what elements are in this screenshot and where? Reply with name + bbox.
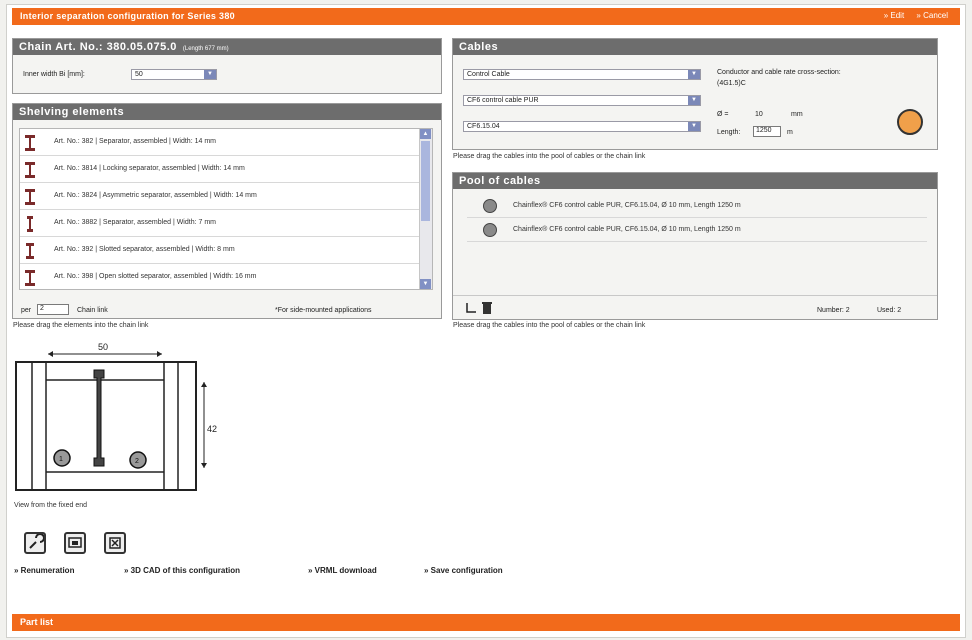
list-item[interactable]: Art. No.: 3814 | Locking separator, asse…	[20, 156, 432, 183]
conductor-label: Conductor and cable rate cross-section:	[717, 69, 841, 76]
renumeration-link[interactable]: Renumeration	[14, 566, 75, 575]
asymmetric-separator-icon	[25, 189, 35, 205]
cable-article-select[interactable]: CF6.15.04 ▼	[463, 121, 701, 132]
list-item[interactable]: Art. No.: 3824 | Asymmetric separator, a…	[20, 183, 432, 210]
separator-icon	[25, 135, 35, 151]
pool-item[interactable]: Chainflex® CF6 control cable PUR, CF6.15…	[467, 195, 927, 218]
open-slotted-separator-icon	[25, 270, 35, 286]
part-list-title: Part list	[20, 617, 54, 627]
inner-width-label: Inner width Bi [mm]:	[23, 71, 85, 78]
pool-title: Pool of cables	[459, 175, 541, 187]
shelving-panel-header: Shelving elements	[13, 104, 441, 120]
chevron-down-icon: ▼	[688, 96, 700, 105]
inner-width-value: 50	[135, 71, 143, 78]
pool-panel-header: Pool of cables	[453, 173, 937, 189]
list-item[interactable]: Art. No.: 392 | Slotted separator, assem…	[20, 237, 432, 264]
chain-panel: Chain Art. No.: 380.05.075.0 (Length 677 …	[12, 38, 442, 94]
pool-panel: Pool of cables Chainflex® CF6 control ca…	[452, 172, 938, 320]
header-links: » Edit » Cancel	[874, 11, 948, 20]
list-item[interactable]: Art. No.: 398 | Open slotted separator, …	[20, 264, 432, 289]
cables-panel-header: Cables	[453, 39, 937, 55]
cable-icon	[483, 223, 497, 237]
length-unit: m	[787, 129, 793, 136]
cables-panel: Cables Control Cable ▼ CF6 control cable…	[452, 38, 938, 150]
list-item-label: Art. No.: 3814 | Locking separator, asse…	[54, 165, 245, 172]
shelving-list: Art. No.: 382 | Separator, assembled | W…	[19, 128, 433, 290]
diameter-label: Ø =	[717, 111, 729, 118]
cancel-link[interactable]: » Cancel	[916, 11, 948, 20]
height-dimension: 42	[207, 424, 217, 434]
save-configuration-link[interactable]: Save configuration	[424, 566, 503, 575]
separator-icon	[27, 216, 33, 232]
edit-link[interactable]: » Edit	[884, 11, 904, 20]
chain-subtitle: (Length 677 mm)	[182, 46, 229, 52]
list-item-label: Art. No.: 3882 | Separator, assembled | …	[54, 219, 216, 226]
pool-item-label: Chainflex® CF6 control cable PUR, CF6.15…	[513, 226, 741, 233]
pool-item[interactable]: Chainflex® CF6 control cable PUR, CF6.15…	[467, 219, 927, 242]
scroll-down-icon[interactable]: ▼	[420, 279, 431, 289]
list-item-label: Art. No.: 3824 | Asymmetric separator, a…	[54, 192, 257, 199]
length-label: Length:	[717, 129, 741, 136]
scroll-up-icon[interactable]: ▲	[420, 129, 431, 139]
slotted-separator-icon	[26, 243, 34, 259]
cable-type-value: Control Cable	[467, 71, 510, 78]
scroll-thumb[interactable]	[421, 141, 430, 221]
pool-drag-note: Please drag the cables into the pool of …	[453, 322, 646, 329]
inner-width-select[interactable]: 50 ▼	[131, 69, 217, 80]
diameter-unit: mm	[791, 111, 803, 118]
vrml-link[interactable]: VRML download	[308, 566, 377, 575]
chain-link-drawing: 50 42 1 2	[15, 342, 217, 491]
per-input[interactable]: 2	[37, 304, 69, 315]
side-mounted-note: *For side-mounted applications	[275, 307, 372, 314]
diameter-value: 10	[755, 111, 763, 118]
title-bar: Interior separation configuration for Se…	[12, 8, 960, 25]
cables-drag-note: Please drag the cables into the pool of …	[453, 153, 646, 160]
shelving-panel: Shelving elements Art. No.: 382 | Separa…	[12, 103, 442, 319]
shelving-title: Shelving elements	[19, 106, 125, 118]
pool-divider	[453, 295, 937, 296]
cad-link[interactable]: 3D CAD of this configuration	[124, 566, 240, 575]
list-item-label: Art. No.: 392 | Slotted separator, assem…	[54, 246, 235, 253]
cable-article-value: CF6.15.04	[467, 123, 500, 130]
width-dimension: 50	[98, 342, 108, 352]
cable-family-value: CF6 control cable PUR	[467, 97, 539, 104]
cable-icon	[483, 199, 497, 213]
renumeration-icon[interactable]	[24, 532, 46, 554]
shelving-drag-note: Please drag the elements into the chain …	[13, 322, 149, 329]
cable-2-label: 2	[135, 458, 139, 465]
page-title: Interior separation configuration for Se…	[20, 11, 235, 21]
cables-title: Cables	[459, 41, 499, 53]
chevron-down-icon: ▼	[688, 70, 700, 79]
pool-number: Number: 2	[817, 307, 850, 314]
chain-link-label: Chain link	[77, 307, 108, 314]
chevron-down-icon: ▼	[204, 70, 216, 79]
part-list-bar[interactable]: Part list	[12, 614, 960, 631]
vrml-download-icon[interactable]	[104, 532, 126, 554]
chain-title: Chain Art. No.: 380.05.075.0	[19, 41, 177, 53]
pool-item-label: Chainflex® CF6 control cable PUR, CF6.15…	[513, 202, 741, 209]
cable-1-label: 1	[59, 456, 63, 463]
locking-separator-icon	[25, 162, 35, 178]
list-item-label: Art. No.: 398 | Open slotted separator, …	[54, 273, 257, 280]
list-scrollbar[interactable]: ▲ ▼	[419, 129, 432, 289]
conductor-value: (4G1.5)C	[717, 80, 746, 87]
length-input[interactable]: 1250	[753, 126, 781, 137]
list-item-label: Art. No.: 382 | Separator, assembled | W…	[54, 138, 216, 145]
chevron-down-icon: ▼	[688, 122, 700, 131]
view-caption: View from the fixed end	[14, 502, 88, 509]
cable-type-select[interactable]: Control Cable ▼	[463, 69, 701, 80]
chain-panel-header: Chain Art. No.: 380.05.075.0 (Length 677 …	[13, 39, 441, 55]
list-item[interactable]: Art. No.: 382 | Separator, assembled | W…	[20, 129, 432, 156]
pool-used: Used: 2	[877, 307, 902, 314]
per-label: per	[21, 307, 32, 314]
list-item[interactable]: Art. No.: 3882 | Separator, assembled | …	[20, 210, 432, 237]
cable-family-select[interactable]: CF6 control cable PUR ▼	[463, 95, 701, 106]
cable-preview-icon[interactable]	[897, 109, 923, 135]
cad-3d-icon[interactable]	[64, 532, 86, 554]
trash-icon[interactable]	[465, 301, 497, 315]
